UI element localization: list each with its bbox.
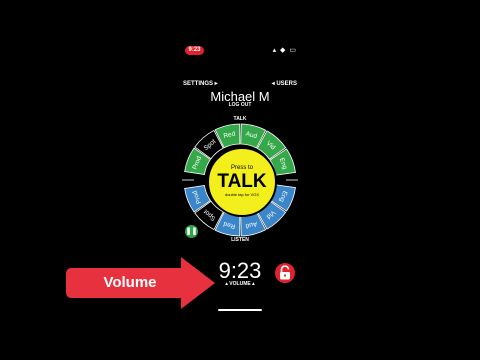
- lock-button[interactable]: [275, 263, 295, 283]
- unlock-icon: [280, 265, 290, 280]
- status-icons: ▴ ◆ ▭: [272, 47, 297, 54]
- pause-icon: ❚❚: [185, 228, 198, 235]
- settings-link[interactable]: SETTINGS ▸: [183, 80, 218, 87]
- talk-button-label: TALK: [217, 171, 267, 192]
- logout-link[interactable]: LOG OUT: [180, 102, 300, 108]
- volume-control[interactable]: ▴ VOLUME ▴: [210, 281, 270, 287]
- home-indicator[interactable]: [218, 309, 262, 311]
- volume-annotation-label: Volume: [103, 274, 157, 291]
- pause-button[interactable]: ❚❚: [185, 225, 198, 238]
- users-link[interactable]: ◂ USERS: [272, 80, 297, 87]
- talk-button-subtext: double tap for VOX: [224, 192, 260, 197]
- status-bar: 9:23 ▴ ◆ ▭: [183, 45, 297, 57]
- press-to-talk-button[interactable]: Press to TALK double tap for VOX: [207, 147, 277, 217]
- status-time: 9:23: [185, 46, 204, 55]
